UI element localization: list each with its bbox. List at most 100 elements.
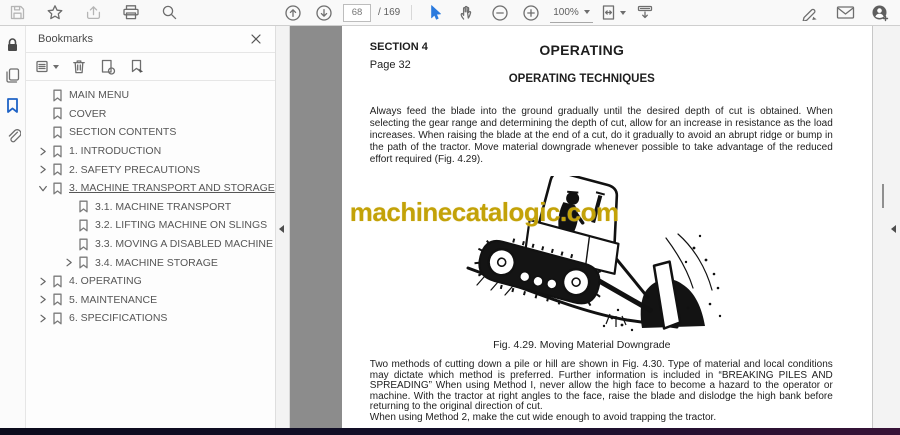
expander-chevron-icon[interactable] bbox=[36, 144, 50, 158]
bookmark-item[interactable]: 5. MAINTENANCE bbox=[26, 291, 275, 310]
bookmark-item[interactable]: 1. INTRODUCTION bbox=[26, 142, 275, 161]
bookmark-ribbon-icon bbox=[52, 89, 63, 102]
copy-pages-icon[interactable] bbox=[2, 65, 24, 85]
bookmark-item-label: 5. MAINTENANCE bbox=[69, 293, 158, 306]
page-number-input[interactable] bbox=[343, 3, 371, 22]
bookmark-ribbon-icon bbox=[78, 200, 89, 213]
bookmarks-icon[interactable] bbox=[2, 95, 24, 115]
scroll-mode-icon[interactable] bbox=[633, 2, 657, 23]
expander-chevron-icon[interactable] bbox=[36, 181, 50, 195]
close-icon[interactable] bbox=[247, 30, 265, 48]
profile-add-icon[interactable] bbox=[868, 2, 892, 23]
bookmark-item[interactable]: 3. MACHINE TRANSPORT AND STORAGE bbox=[26, 179, 275, 198]
bookmark-item[interactable]: 6. SPECIFICATIONS bbox=[26, 309, 275, 328]
bookmark-item[interactable]: MAIN MENU bbox=[26, 86, 275, 105]
expander-chevron-icon[interactable] bbox=[62, 237, 76, 251]
bookmark-ribbon-icon bbox=[78, 219, 89, 232]
save-icon[interactable] bbox=[5, 2, 29, 23]
expander-chevron-icon[interactable] bbox=[36, 293, 50, 307]
pdf-page: SECTION 4 Page 32 OPERATING OPERATING TE… bbox=[341, 26, 872, 428]
zoom-in-icon[interactable] bbox=[519, 2, 543, 23]
bookmark-item[interactable]: 3.4. MACHINE STORAGE bbox=[26, 253, 275, 272]
paperclip-icon[interactable] bbox=[2, 125, 24, 145]
zoom-out-icon[interactable] bbox=[488, 2, 512, 23]
bookmark-ribbon-icon bbox=[52, 145, 63, 158]
toolbar-divider bbox=[411, 5, 413, 20]
zoom-level-select[interactable]: 100% bbox=[550, 3, 593, 23]
expander-chevron-icon[interactable] bbox=[62, 256, 76, 270]
page-label: Page 32 bbox=[369, 59, 411, 71]
expander-chevron-icon[interactable] bbox=[36, 163, 50, 177]
right-panel-strip bbox=[872, 26, 900, 428]
watermark-text: machinecatalogic.com bbox=[349, 197, 619, 227]
fit-page-icon[interactable] bbox=[600, 4, 626, 21]
bookmark-item-label: 3. MACHINE TRANSPORT AND STORAGE bbox=[69, 182, 275, 195]
star-icon[interactable] bbox=[43, 2, 67, 23]
search-icon[interactable] bbox=[157, 2, 181, 23]
expander-chevron-icon[interactable] bbox=[36, 274, 50, 288]
expander-chevron-icon[interactable] bbox=[62, 218, 76, 232]
bookmark-item[interactable]: SECTION CONTENTS bbox=[26, 123, 275, 142]
chevron-down-icon bbox=[52, 64, 59, 69]
expander-chevron-icon[interactable] bbox=[36, 88, 50, 102]
bookmarks-panel-header: Bookmarks bbox=[26, 26, 275, 53]
bookmark-item[interactable]: 4. OPERATING bbox=[26, 272, 275, 291]
expander-chevron-icon[interactable] bbox=[36, 107, 50, 121]
bookmark-item[interactable]: 3.3. MOVING A DISABLED MACHINE bbox=[26, 235, 275, 254]
bookmark-ribbon-icon bbox=[52, 163, 63, 176]
panel-collapse-strip bbox=[275, 26, 290, 428]
toolbar-share-group bbox=[798, 2, 892, 23]
collapse-panel-arrow-icon[interactable] bbox=[278, 225, 284, 233]
left-icon-rail bbox=[0, 26, 26, 428]
upload-icon[interactable] bbox=[81, 2, 105, 23]
bookmark-item-label: 3.1. MACHINE TRANSPORT bbox=[95, 200, 232, 213]
bookmark-item-label: 3.2. LIFTING MACHINE ON SLINGS bbox=[95, 219, 268, 232]
lock-icon[interactable] bbox=[2, 35, 24, 55]
paragraph-text: Two methods of cutting down a pile or hi… bbox=[369, 359, 833, 413]
email-icon[interactable] bbox=[833, 2, 857, 23]
bookmark-item-label: 1. INTRODUCTION bbox=[69, 145, 162, 158]
expand-tools-arrow-icon[interactable] bbox=[891, 225, 896, 233]
document-area[interactable]: SECTION 4 Page 32 OPERATING OPERATING TE… bbox=[289, 26, 872, 428]
bookmark-ribbon-icon bbox=[78, 238, 89, 251]
trash-icon[interactable] bbox=[67, 56, 91, 77]
paragraph: Two methods of cutting down a pile or hi… bbox=[369, 359, 833, 424]
bookmark-ribbon-icon bbox=[78, 256, 89, 269]
new-bookmark-icon[interactable] bbox=[96, 56, 120, 77]
goto-bookmark-icon[interactable] bbox=[125, 56, 149, 77]
fill-sign-icon[interactable] bbox=[798, 2, 822, 23]
print-icon[interactable] bbox=[119, 2, 143, 23]
page-down-icon[interactable] bbox=[312, 2, 336, 23]
bookmark-ribbon-icon bbox=[52, 293, 63, 306]
toolbar-page-nav-group: / 169 bbox=[281, 2, 478, 23]
paragraph: Always feed the blade into the ground gr… bbox=[369, 106, 833, 165]
expander-chevron-icon[interactable] bbox=[36, 125, 50, 139]
select-tool-icon[interactable] bbox=[423, 2, 447, 23]
bookmark-ribbon-icon bbox=[52, 107, 63, 120]
bookmark-item-label: COVER bbox=[69, 107, 107, 120]
page-title: OPERATING bbox=[539, 42, 625, 58]
toolbar: / 169 100% bbox=[0, 0, 900, 26]
main-area: Bookmarks MAIN MENU COVER SECTION CONTEN… bbox=[0, 26, 900, 428]
bookmark-item[interactable]: 3.2. LIFTING MACHINE ON SLINGS bbox=[26, 216, 275, 235]
chevron-down-icon bbox=[619, 10, 626, 15]
bookmark-item[interactable]: 2. SAFETY PRECAUTIONS bbox=[26, 160, 275, 179]
toolbar-file-group bbox=[5, 2, 181, 23]
vertical-scrollbar-thumb[interactable] bbox=[882, 184, 884, 208]
options-menu-icon[interactable] bbox=[32, 56, 62, 77]
bookmark-item[interactable]: 3.1. MACHINE TRANSPORT bbox=[26, 198, 275, 217]
expander-chevron-icon[interactable] bbox=[62, 200, 76, 214]
bookmark-ribbon-icon bbox=[52, 275, 63, 288]
page-up-icon[interactable] bbox=[281, 2, 305, 23]
page-total-label: / 169 bbox=[378, 7, 401, 18]
bookmark-item-label: 4. OPERATING bbox=[69, 275, 142, 288]
hand-tool-icon[interactable] bbox=[454, 2, 478, 23]
figure-caption: Fig. 4.29. Moving Material Downgrade bbox=[493, 339, 671, 351]
bookmark-item-label: 3.4. MACHINE STORAGE bbox=[95, 256, 218, 269]
bookmarks-panel-title: Bookmarks bbox=[38, 33, 94, 45]
toolbar-zoom-group: 100% bbox=[488, 2, 657, 23]
bottom-bar bbox=[0, 428, 900, 435]
paragraph-text: When using Method 2, make the cut wide e… bbox=[369, 411, 717, 423]
bookmark-item[interactable]: COVER bbox=[26, 105, 275, 124]
expander-chevron-icon[interactable] bbox=[36, 311, 50, 325]
